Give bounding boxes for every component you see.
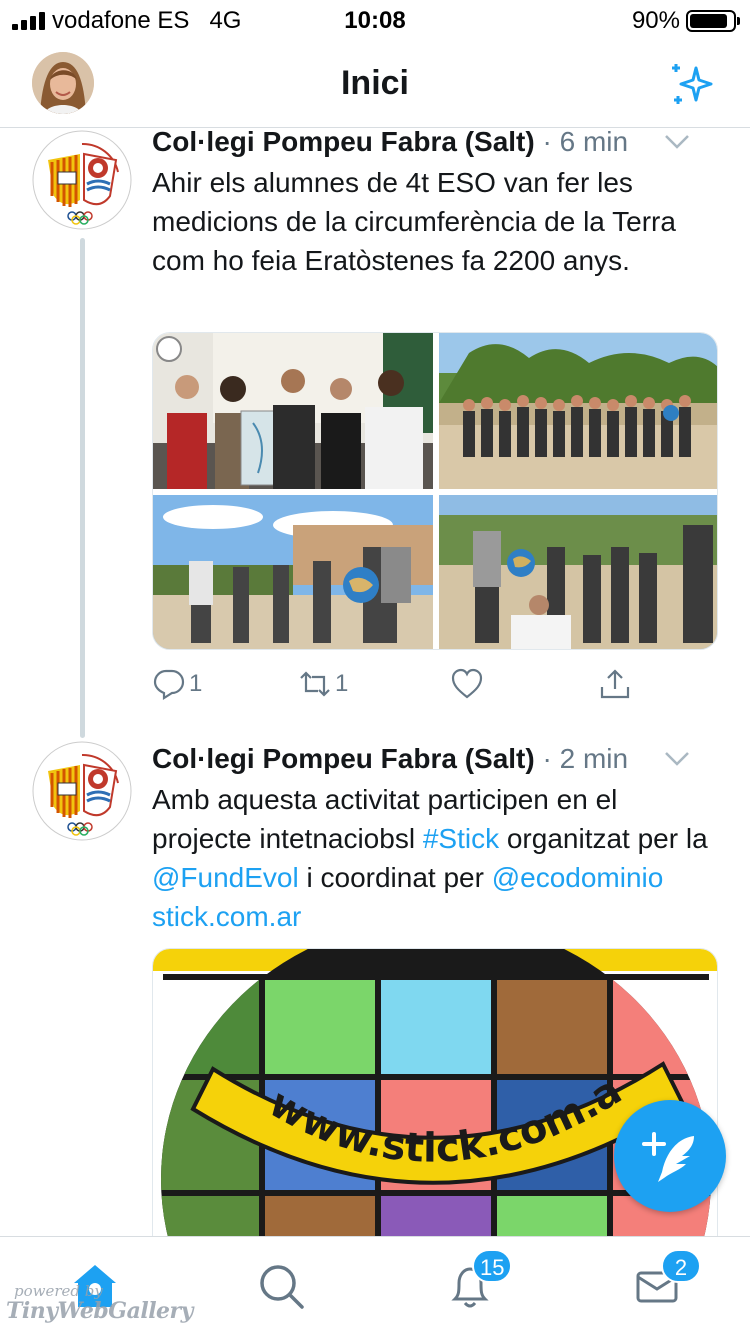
- top-header: Inici: [0, 42, 750, 128]
- tweet-time: · 6 min: [542, 126, 629, 157]
- tweet-media-grid[interactable]: [152, 332, 718, 650]
- battery-icon: [686, 10, 740, 32]
- retweet-button[interactable]: 1: [298, 664, 348, 704]
- tweet-header: Col·legi Pompeu Fabra (Salt) · 2 min: [152, 741, 718, 777]
- tab-search[interactable]: [256, 1261, 306, 1311]
- author-name[interactable]: Col·legi Pompeu Fabra (Salt): [152, 126, 535, 157]
- battery-percent: 90%: [631, 7, 680, 34]
- tweet-text: Ahir els alumnes de 4t ESO van fer les m…: [152, 167, 676, 276]
- like-icon: [451, 668, 483, 699]
- watermark: powered by TinyWebGallery: [6, 1282, 193, 1324]
- school-logo-avatar[interactable]: [32, 130, 132, 230]
- thread-connector: [80, 238, 85, 738]
- mention-link[interactable]: @FundEvol: [152, 862, 299, 893]
- tweet-header: Col·legi Pompeu Fabra (Salt) · 6 min: [152, 124, 718, 160]
- messages-badge: 2: [661, 1249, 701, 1283]
- tweet-time: · 2 min: [542, 743, 629, 774]
- retweet-icon: [300, 671, 330, 697]
- school-logo-avatar[interactable]: [32, 741, 132, 841]
- hashtag-link[interactable]: #Stick: [423, 823, 499, 854]
- share-button[interactable]: [598, 664, 632, 704]
- reply-count: 1: [189, 670, 203, 697]
- chevron-down-icon[interactable]: [664, 751, 690, 767]
- search-icon: [260, 1265, 304, 1309]
- url-link[interactable]: stick.com.ar: [152, 901, 301, 932]
- tweet-text: Amb aquesta activitat participen en el p…: [152, 784, 708, 932]
- media-photo-yard[interactable]: [439, 495, 717, 649]
- retweet-count: 1: [335, 670, 349, 697]
- media-photo-group[interactable]: [439, 333, 717, 489]
- reply-button[interactable]: 1: [152, 664, 202, 704]
- notifications-badge: 15: [472, 1249, 513, 1283]
- author-name[interactable]: Col·legi Pompeu Fabra (Salt): [152, 743, 535, 774]
- reply-icon: [153, 669, 185, 700]
- share-icon: [600, 669, 630, 699]
- tweet-actions: 1 1: [152, 664, 718, 704]
- status-bar: vodafone ES 4G 10:08 90%: [0, 0, 750, 42]
- media-photo-classroom[interactable]: [153, 333, 433, 489]
- media-photo-globe[interactable]: [153, 495, 433, 649]
- compose-tweet-button[interactable]: [614, 1100, 726, 1212]
- sparkle-icon[interactable]: [668, 60, 718, 110]
- like-button[interactable]: [450, 664, 484, 704]
- chevron-down-icon[interactable]: [664, 134, 690, 150]
- page-title: Inici: [340, 64, 410, 102]
- compose-feather-icon: [642, 1132, 694, 1182]
- mention-link[interactable]: @ecodominio: [492, 862, 664, 893]
